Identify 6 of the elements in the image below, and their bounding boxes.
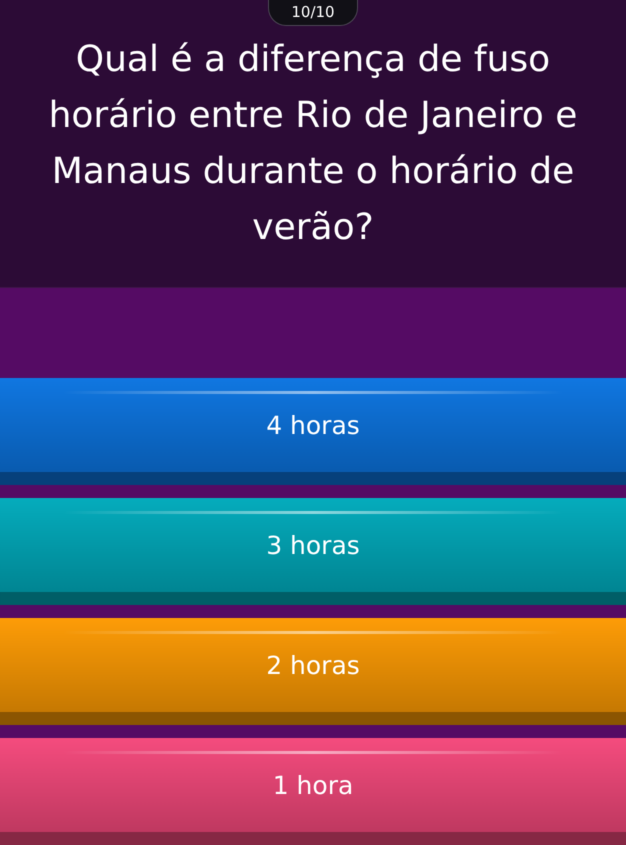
answer-button[interactable]: 1 hora <box>0 738 626 845</box>
answer-button[interactable]: 2 horas <box>0 618 626 725</box>
answer-button[interactable]: 4 horas <box>0 378 626 485</box>
question-text: Qual é a diferença de fuso horário entre Rio de Janeiro e Manaus durante o horário de verão? <box>48 38 578 250</box>
answer-button[interactable]: 3 horas <box>0 498 626 605</box>
question-counter: 10/10 <box>268 0 358 26</box>
